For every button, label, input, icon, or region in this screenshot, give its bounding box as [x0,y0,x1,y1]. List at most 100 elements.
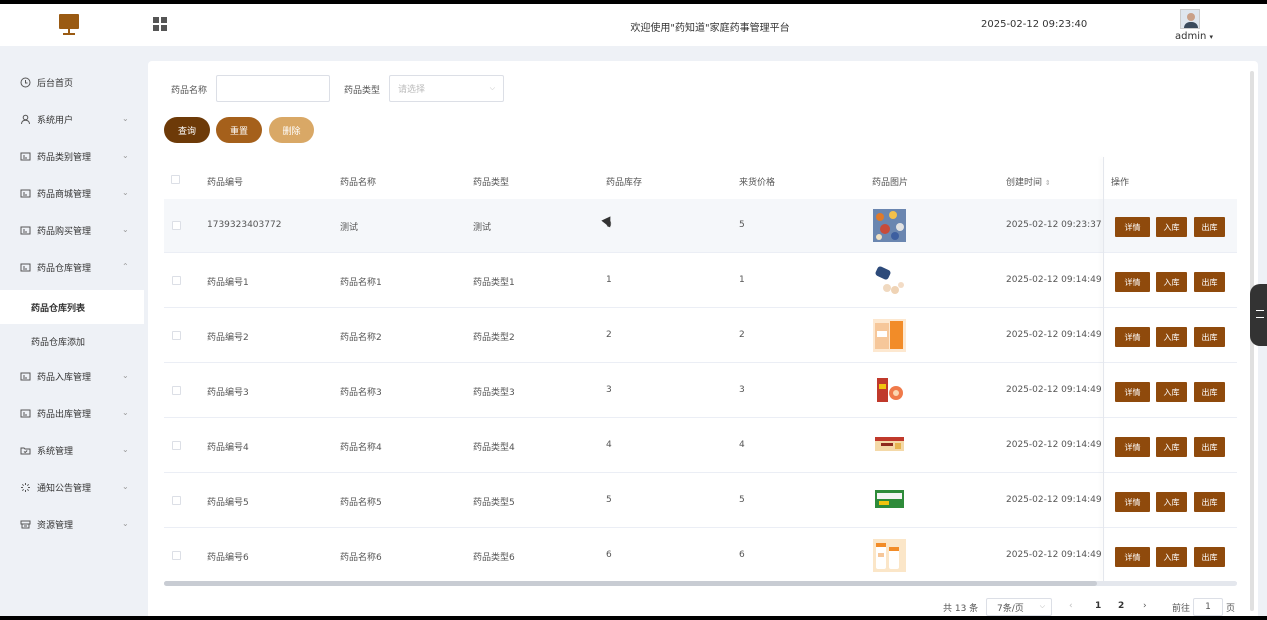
sidebar-item-label: 药品购买管理 [37,227,92,237]
col-header-created[interactable]: 创建时间 ⇕ [1006,175,1051,188]
outbound-button[interactable]: 出库 [1194,217,1225,237]
sidebar-item-notice[interactable]: 通知公告管理 ⌄ [0,469,144,506]
sort-icon[interactable]: ⇕ [1045,179,1051,187]
outbound-button[interactable]: 出库 [1194,492,1225,512]
query-button[interactable]: 查询 [164,117,210,143]
detail-button[interactable]: 详情 [1115,547,1150,567]
page-size-select[interactable]: 7条/页 ⌵ [986,598,1052,616]
outbound-button[interactable]: 出库 [1194,437,1225,457]
sidebar-item-drug-purchase[interactable]: 药品购买管理 ⌄ [0,212,144,249]
inbound-button[interactable]: 入库 [1156,382,1187,402]
table-row[interactable]: 药品编号5 药品名称5 药品类型5 5 5 2025-02-12 09:14:4… [164,474,1237,528]
table-row[interactable]: 1739323403772 测试 测试 0 5 2025-02-12 09:23… [164,199,1237,253]
sidebar-item-users[interactable]: 系统用户 ⌄ [0,101,144,138]
detail-button[interactable]: 详情 [1115,217,1150,237]
user-menu[interactable]: admin ▾ [1175,31,1213,42]
reset-button[interactable]: 重置 [216,117,262,143]
goto-page-input[interactable]: 1 [1193,598,1223,616]
col-header-price: 来货价格 [739,178,776,188]
row-checkbox[interactable] [172,331,181,340]
cell-name: 药品名称4 [340,443,382,453]
row-checkbox[interactable] [172,276,181,285]
sidebar-item-drug-mall[interactable]: 药品商城管理 ⌄ [0,175,144,212]
sidebar-item-home[interactable]: 后台首页 [0,64,144,101]
sidebar-item-drug-outbound[interactable]: 药品出库管理 ⌄ [0,395,144,432]
table-row[interactable]: 药品编号6 药品名称6 药品类型6 6 6 2025-02-12 09:14:4… [164,529,1237,583]
sidebar-subitem-warehouse-list[interactable]: 药品仓库列表 [0,290,144,324]
drug-image[interactable] [873,319,906,352]
inbound-button[interactable]: 入库 [1156,217,1187,237]
sidebar-item-drug-warehouse[interactable]: 药品仓库管理 ⌃ [0,249,144,286]
drug-image[interactable] [873,484,906,517]
outbound-button[interactable]: 出库 [1194,547,1225,567]
row-checkbox[interactable] [172,386,181,395]
cell-price: 1 [739,275,745,285]
outbound-button[interactable]: 出库 [1194,382,1225,402]
detail-button[interactable]: 详情 [1115,272,1150,292]
drug-image[interactable] [873,429,906,462]
drug-type-select[interactable]: 请选择 ⌵ [389,75,504,102]
list-icon [20,225,31,236]
table-row[interactable]: 药品编号2 药品名称2 药品类型2 2 2 2025-02-12 09:14:4… [164,309,1237,363]
cell-stock: 2 [606,330,612,340]
cell-code: 药品编号2 [207,333,249,343]
goto-suffix: 页 [1226,604,1236,614]
detail-button[interactable]: 详情 [1115,382,1150,402]
row-checkbox[interactable] [172,221,181,230]
prev-page-icon[interactable]: ‹ [1069,601,1073,611]
cell-stock: 1 [606,275,612,285]
drug-name-input[interactable] [216,75,330,102]
inbound-button[interactable]: 入库 [1156,547,1187,567]
sidebar-subitem-warehouse-add[interactable]: 药品仓库添加 [0,324,144,358]
sidebar-item-label: 后台首页 [37,79,74,89]
user-icon [20,114,31,125]
drug-image[interactable] [873,264,906,297]
page-2[interactable]: 2 [1118,601,1124,611]
sidebar-item-drug-category[interactable]: 药品类别管理 ⌄ [0,138,144,175]
outbound-button[interactable]: 出库 [1194,272,1225,292]
delete-button[interactable]: 删除 [269,117,314,143]
cell-created: 2025-02-12 09:14:49 [1006,495,1102,505]
inbound-button[interactable]: 入库 [1156,272,1187,292]
drug-image[interactable] [873,539,906,572]
fixed-column-divider [1103,157,1104,581]
detail-button[interactable]: 详情 [1115,327,1150,347]
row-checkbox[interactable] [172,496,181,505]
outbound-button[interactable]: 出库 [1194,327,1225,347]
inbound-button[interactable]: 入库 [1156,437,1187,457]
select-all-checkbox[interactable] [171,175,180,184]
pagination-total: 共 13 条 [943,604,979,614]
next-page-icon[interactable]: › [1143,601,1147,611]
menu-grid-icon[interactable] [153,17,167,31]
sidebar-item-label: 药品仓库管理 [37,264,92,274]
detail-button[interactable]: 详情 [1115,492,1150,512]
box-icon [20,519,31,530]
table-row[interactable]: 药品编号1 药品名称1 药品类型1 1 1 2025-02-12 09:14:4… [164,254,1237,308]
drug-name-label: 药品名称 [171,86,208,96]
avatar[interactable] [1180,9,1200,29]
spark-icon [20,482,31,493]
detail-button[interactable]: 详情 [1115,437,1150,457]
row-checkbox[interactable] [172,551,181,560]
platform-title: 欢迎使用"药知道"家庭药事管理平台 [630,23,790,34]
inbound-button[interactable]: 入库 [1156,492,1187,512]
row-checkbox[interactable] [172,441,181,450]
horizontal-scrollbar-thumb[interactable] [164,581,1097,586]
drug-image[interactable] [873,209,906,242]
sidebar-item-resource[interactable]: 资源管理 ⌄ [0,506,144,543]
chevron-down-icon: ⌄ [122,482,129,491]
table-row[interactable]: 药品编号3 药品名称3 药品类型3 3 3 2025-02-12 09:14:4… [164,364,1237,418]
page-1[interactable]: 1 [1095,601,1101,611]
app-frame: 欢迎使用"药知道"家庭药事管理平台 2025-02-12 09:23:40 ad… [0,4,1267,616]
horizontal-scrollbar[interactable] [164,581,1237,586]
drug-image[interactable] [873,374,906,407]
col-header-ops: 操作 [1111,178,1130,188]
sidebar-item-label: 药品类别管理 [37,153,92,163]
table-row[interactable]: 药品编号4 药品名称4 药品类型4 4 4 2025-02-12 09:14:4… [164,419,1237,473]
sidebar-item-system[interactable]: 系统管理 ⌄ [0,432,144,469]
sidebar-item-drug-inbound[interactable]: 药品入库管理 ⌄ [0,358,144,395]
inbound-button[interactable]: 入库 [1156,327,1187,347]
side-drawer-toggle[interactable] [1250,284,1267,346]
chevron-down-icon: ⌄ [122,371,129,380]
goto-label: 前往 [1172,604,1191,614]
